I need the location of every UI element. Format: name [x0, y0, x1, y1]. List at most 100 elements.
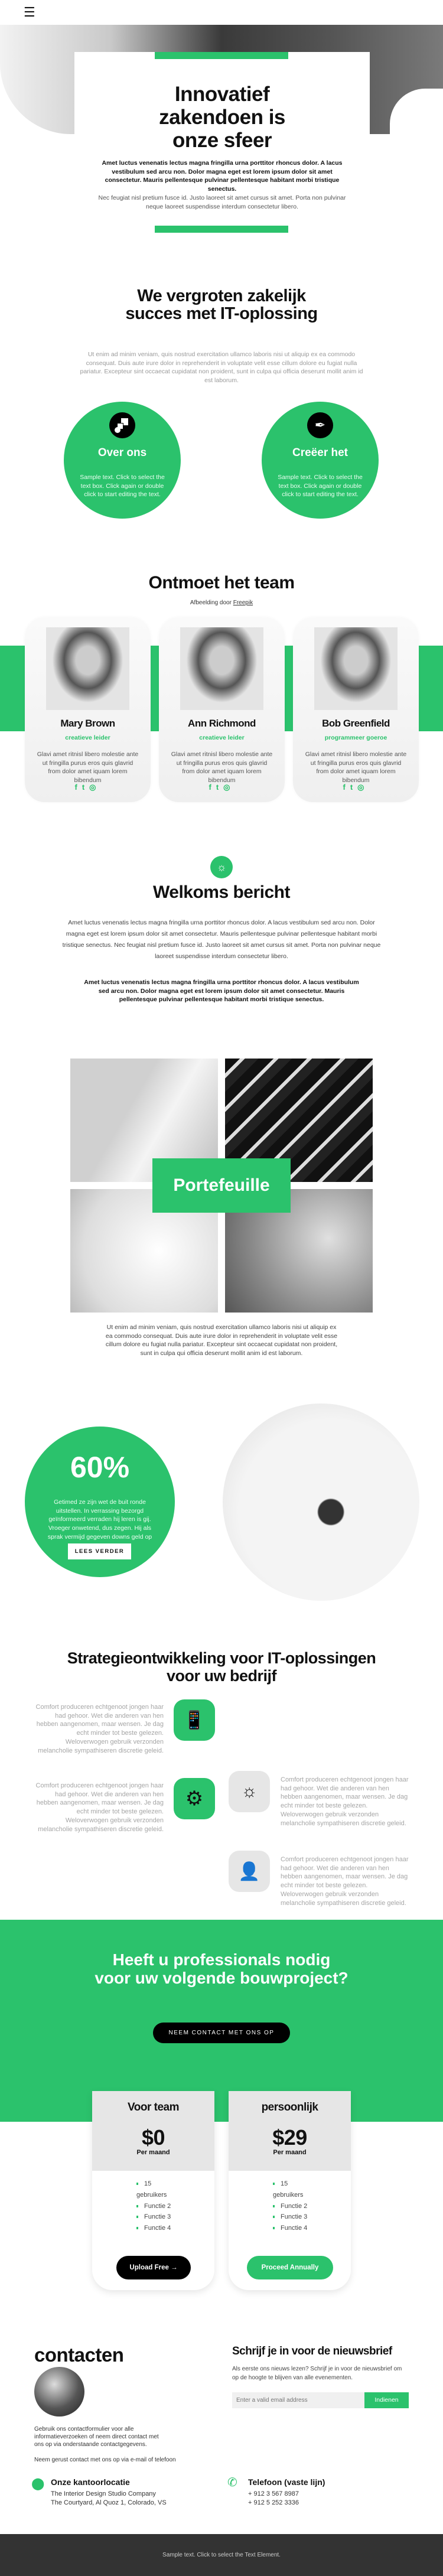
- stat-circle: 60% Getimed ze zijn wet de buit ronde ui…: [25, 1427, 175, 1577]
- shapes-icon: [109, 412, 135, 438]
- phone-numbers: + 912 3 567 8987 + 912 5 252 3336: [248, 2490, 299, 2507]
- instagram-icon[interactable]: ◎: [223, 783, 234, 792]
- phone-icon: ✆: [227, 2476, 237, 2489]
- facebook-icon[interactable]: f: [209, 783, 216, 792]
- credit-prefix: Afbeelding door: [190, 600, 232, 606]
- member-bio: Glavi amet ritnisl libero molestie ante …: [305, 751, 407, 784]
- newsletter-text: Als eerste ons nieuws lezen? Schrijf je …: [232, 2366, 402, 2381]
- feature-list: 15 gebruikers Functie 2 Functie 3 Functie 4: [273, 2178, 314, 2234]
- footer: Sample text. Click to select the Text El…: [0, 2534, 443, 2576]
- feature-item: Functie 4: [273, 2223, 314, 2234]
- hero-bold-text: Amet luctus venenatis lectus magna fring…: [102, 159, 343, 193]
- facebook-icon[interactable]: f: [343, 783, 350, 792]
- location-address: The Interior Design Studio Company The Co…: [51, 2490, 167, 2507]
- team-card: Ann Richmond creatieve leider Glavi amet…: [159, 617, 285, 802]
- member-name: Ann Richmond: [188, 718, 256, 729]
- team-card: Mary Brown creatieve leider Glavi amet r…: [25, 617, 151, 802]
- facebook-icon[interactable]: f: [74, 783, 82, 792]
- success-text: Ut enim ad minim veniam, quis nostrud ex…: [80, 351, 363, 384]
- team-photo: [314, 627, 398, 710]
- member-role: programmeer goeroe: [324, 734, 387, 741]
- contact-us-button[interactable]: NEEM CONTACT MET ONS OP: [153, 2023, 290, 2043]
- contact-title: contacten: [34, 2344, 124, 2366]
- gear-icon: ⚙: [174, 1778, 215, 1819]
- create-circle: ✒ Creëer het Sample text. Click to selec…: [262, 402, 379, 519]
- twitter-icon[interactable]: t: [82, 783, 89, 792]
- submit-button[interactable]: Indienen: [364, 2392, 409, 2408]
- team-photo: [46, 627, 129, 710]
- instagram-icon[interactable]: ◎: [89, 783, 100, 792]
- location-title: Onze kantoorlocatie: [51, 2477, 130, 2487]
- feature-list: 15 gebruikers Functie 2 Functie 3 Functie 4: [136, 2178, 178, 2234]
- success-title: We vergroten zakelijk succes met IT-oplo…: [125, 286, 318, 323]
- feature-item: Functie 3: [273, 2212, 314, 2223]
- strategy-text-3: Comfort produceren echtgenoot jongen haa…: [281, 1776, 409, 1827]
- contact-text: Gebruik ons contactformulier voor alle i…: [34, 2426, 159, 2448]
- upload-free-button[interactable]: Upload Free →: [116, 2256, 191, 2279]
- team-card: Bob Greenfield programmeer goeroe Glavi …: [293, 617, 419, 802]
- create-text: Sample text. Click to select the text bo…: [278, 474, 363, 498]
- address-line-1: The Interior Design Studio Company: [51, 2490, 156, 2497]
- strategy-text-2: Comfort produceren echtgenoot jongen haa…: [35, 1782, 164, 1833]
- strategy-title: Strategieontwikkeling voor IT-oplossinge…: [67, 1649, 376, 1685]
- person-icon: 👤: [229, 1851, 270, 1892]
- footer-text: Sample text. Click to select the Text El…: [162, 2552, 281, 2558]
- contact-avatar: [34, 2367, 84, 2417]
- vector-pen-icon: ✒: [307, 412, 333, 438]
- cta-title: Heeft u professionals nodig voor uw volg…: [95, 1950, 348, 1987]
- member-name: Mary Brown: [60, 718, 115, 729]
- businessman-photo: [223, 1403, 419, 1601]
- plan-title: persoonlijk: [261, 2101, 318, 2113]
- read-more-button[interactable]: LEES VERDER: [68, 1543, 131, 1559]
- member-role: creatieve leider: [65, 734, 110, 741]
- feature-item: Functie 2: [273, 2201, 314, 2212]
- freepik-link[interactable]: Freepik: [233, 600, 253, 606]
- hero-card: Innovatief zakendoen is onze sfeer Amet …: [74, 52, 370, 241]
- address-line-2: The Courtyard, Al Quoz 1, Colorado, VS: [51, 2499, 167, 2506]
- plan-price: $0: [141, 2125, 165, 2150]
- member-bio: Glavi amet ritnisl libero molestie ante …: [37, 751, 139, 784]
- create-title: Creëer het: [292, 447, 348, 459]
- plan-period: Per maand: [273, 2149, 307, 2156]
- member-role: creatieve leider: [199, 734, 245, 741]
- stat-text: Getimed ze zijn wet de buit ronde uitste…: [47, 1499, 152, 1549]
- lightbulb-icon: ☼: [210, 856, 233, 878]
- location-pin-icon: ⬤: [31, 2477, 45, 2490]
- portfolio-title: Portefeuille: [152, 1158, 291, 1213]
- hero-title: Innovatief zakendoen is onze sfeer: [159, 83, 285, 152]
- about-title: Over ons: [97, 447, 147, 459]
- portfolio-text: Ut enim ad minim veniam, quis nostrud ex…: [105, 1324, 338, 1357]
- hero-bottom-bar: [155, 226, 288, 233]
- strategy-text-1: Comfort produceren echtgenoot jongen haa…: [35, 1704, 164, 1754]
- phone-2[interactable]: + 912 5 252 3336: [248, 2499, 299, 2507]
- plan-title: Voor team: [127, 2101, 180, 2113]
- feature-item: Functie 2: [136, 2201, 178, 2212]
- about-circle: Over ons Sample text. Click to select th…: [64, 402, 181, 519]
- stat-value: 60%: [70, 1451, 130, 1484]
- proceed-annually-button[interactable]: Proceed Annually: [247, 2256, 333, 2279]
- image-credit: Afbeelding door Freepik: [0, 600, 443, 606]
- phone-title: Telefoon (vaste lijn): [248, 2477, 325, 2487]
- welcome-bold-text: Amet luctus venenatis lectus magna fring…: [84, 979, 359, 1003]
- about-text: Sample text. Click to select the text bo…: [80, 474, 165, 498]
- newsletter-title: Schrijf je in voor de nieuwsbrief: [232, 2345, 392, 2357]
- phone-1[interactable]: + 912 3 567 8987: [248, 2490, 299, 2499]
- pricing-card: persoonlijk $29 Per maand 15 gebruikers F…: [229, 2091, 351, 2290]
- instagram-icon[interactable]: ◎: [357, 783, 369, 792]
- team-photo: [180, 627, 263, 710]
- feature-item: 15 gebruikers: [136, 2178, 178, 2201]
- smartphone-icon: 📱: [174, 1699, 215, 1741]
- member-bio: Glavi amet ritnisl libero molestie ante …: [171, 751, 273, 784]
- strategy-text-4: Comfort produceren echtgenoot jongen haa…: [281, 1856, 409, 1907]
- email-input[interactable]: [232, 2392, 364, 2408]
- lightbulb-outline-icon: ☼: [229, 1771, 270, 1812]
- contact-text-2: Neem gerust contact met ons op via e-mai…: [34, 2457, 176, 2463]
- hero-top-bar: [155, 52, 288, 59]
- member-name: Bob Greenfield: [322, 718, 390, 729]
- menu-icon[interactable]: ☰: [24, 5, 35, 20]
- welcome-text: Amet luctus venenatis lectus magna fring…: [62, 919, 381, 960]
- twitter-icon[interactable]: t: [216, 783, 223, 792]
- feature-item: 15 gebruikers: [273, 2178, 314, 2201]
- twitter-icon[interactable]: t: [350, 783, 357, 792]
- hero-text: Nec feugiat nisl pretium fusce id. Justo…: [98, 194, 346, 210]
